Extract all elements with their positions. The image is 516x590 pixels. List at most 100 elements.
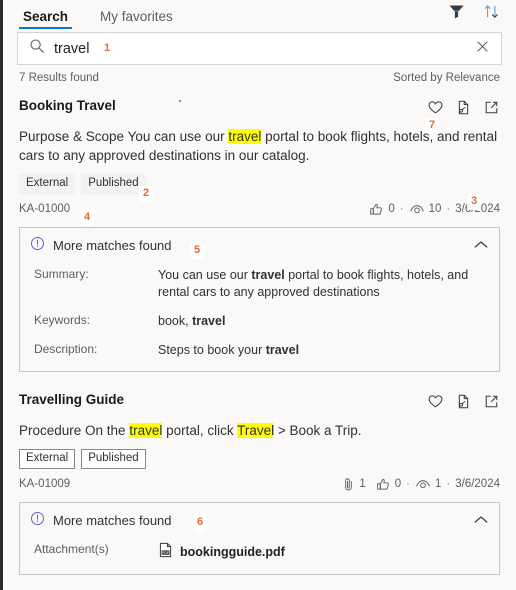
thumbs-up-icon: [376, 478, 389, 490]
views-count: 1: [434, 478, 442, 491]
result-actions: [427, 98, 500, 121]
article-id: KA-01000: [19, 203, 71, 216]
result-date: 3/6/2024: [455, 203, 500, 216]
stat-separator: ·: [446, 203, 451, 216]
match-value-bold: travel: [265, 342, 300, 357]
article-id: KA-01009: [19, 478, 71, 491]
match-value-pre: Steps to book your: [158, 342, 266, 357]
chevron-up-icon[interactable]: [473, 237, 489, 255]
match-key: Summary:: [34, 266, 89, 281]
result-id-row: KA-01000 0 · 10 · 3/6/2024: [19, 202, 500, 217]
filter-icon[interactable]: [448, 3, 465, 25]
match-value-bold: travel: [192, 314, 226, 329]
paperclip-icon: [345, 478, 353, 491]
match-value: You can use our travel portal to book fl…: [158, 267, 489, 303]
tab-bar-actions: [448, 3, 516, 29]
sort-icon[interactable]: [483, 3, 500, 25]
result-title[interactable]: Booking Travel: [19, 98, 116, 114]
attachment-name[interactable]: bookingguide.pdf: [180, 544, 285, 562]
attachment-key: Attachment(s): [34, 541, 109, 556]
attachment-value: PDF bookingguide.pdf: [158, 542, 489, 564]
result-card: Booking Travel Purpose & Scope You can u…: [3, 84, 516, 217]
result-header: Booking Travel: [19, 98, 500, 121]
info-circle-icon: [30, 236, 45, 256]
search-input[interactable]: [54, 33, 475, 64]
more-matches-label: More matches found: [53, 513, 172, 529]
status-badge: External: [19, 449, 76, 469]
more-matches-header[interactable]: More matches found: [30, 511, 489, 531]
snippet-pre: Purpose & Scope You can use our: [19, 129, 229, 144]
stat-separator: ·: [406, 478, 410, 491]
result-title[interactable]: Travelling Guide: [19, 392, 124, 408]
result-stats: 1 0 · 1 · 3/6/2024: [341, 477, 500, 492]
heart-icon[interactable]: [427, 393, 444, 415]
more-matches-header[interactable]: More matches found: [30, 236, 489, 256]
search-results-page: Search My favorites travel 7 Results fou…: [0, 0, 516, 590]
views-count: 10: [428, 203, 442, 216]
tab-my-favorites-label: My favorites: [100, 9, 173, 24]
result-badges: External Published: [19, 174, 500, 194]
search-box[interactable]: [17, 32, 502, 65]
match-value-pre: book,: [158, 314, 193, 329]
result-actions: [427, 392, 500, 415]
result-header: Travelling Guide: [19, 392, 500, 415]
match-value-pre: You can use our: [158, 267, 252, 282]
stray-dot: [179, 100, 181, 102]
stat-separator: ·: [446, 478, 451, 491]
snippet-post: > Book a Trip.: [274, 422, 362, 438]
close-icon[interactable]: [475, 39, 490, 59]
result-date: 3/6/2024: [455, 478, 500, 491]
heart-icon[interactable]: [427, 99, 444, 121]
match-row: Keywords: book, travel: [30, 313, 489, 331]
stat-separator: ·: [399, 203, 404, 216]
match-row: Attachment(s) PDF bookingguide.pdf: [30, 542, 489, 564]
result-badges: External Published: [19, 449, 500, 469]
attachments-stat: 1: [341, 477, 366, 492]
eye-icon: [409, 204, 424, 213]
chevron-up-icon[interactable]: [473, 512, 489, 530]
result-stats: 0 · 10 · 3/6/2024: [369, 202, 500, 217]
thumbs-up-icon: [370, 203, 383, 215]
tab-search[interactable]: Search: [18, 9, 73, 29]
attachments-count: 1: [359, 478, 366, 491]
results-list: Booking Travel Purpose & Scope You can u…: [3, 84, 516, 576]
match-value: book, travel: [158, 313, 489, 331]
search-icon: [29, 38, 45, 59]
status-badge: Published: [81, 449, 146, 469]
views-stat: 10: [409, 202, 442, 217]
results-meta-row: 7 Results found Sorted by Relevance: [3, 65, 516, 84]
tab-my-favorites[interactable]: My favorites: [98, 9, 175, 29]
sort-label[interactable]: Sorted by Relevance: [393, 72, 500, 84]
info-circle-icon: [30, 511, 45, 531]
search-area: [3, 29, 516, 65]
likes-count: 0: [388, 203, 395, 216]
likes-count: 0: [394, 478, 402, 491]
match-row: Description: Steps to book your travel: [30, 342, 489, 360]
more-matches-panel: More matches found Summary: You can use …: [19, 226, 500, 372]
match-value-bold: travel: [251, 267, 285, 282]
copy-link-icon[interactable]: [455, 99, 472, 121]
likes-stat: 0: [369, 202, 395, 217]
match-row: Summary: You can use our travel portal t…: [30, 267, 489, 303]
result-card: Travelling Guide Procedure On the travel…: [3, 372, 516, 492]
match-key: Description:: [34, 341, 98, 356]
more-matches-panel: More matches found Attachment(s) PDF boo…: [19, 501, 500, 576]
open-external-icon[interactable]: [483, 99, 500, 121]
tab-bar: Search My favorites: [3, 0, 516, 29]
svg-text:PDF: PDF: [162, 551, 170, 555]
match-key: Keywords:: [34, 313, 91, 328]
snippet-highlight-2: Travel: [237, 422, 275, 438]
result-snippet: Procedure On the travel portal, click Tr…: [19, 422, 500, 441]
status-badge: External: [19, 174, 76, 194]
result-id-row: KA-01009 1 0 · 1 · 3/6/2024: [19, 477, 500, 492]
snippet-highlight: travel: [228, 129, 262, 144]
snippet-pre: Procedure On the: [19, 422, 130, 438]
snippet-mid: portal, click: [162, 422, 238, 438]
open-external-icon[interactable]: [483, 393, 500, 415]
more-matches-label: More matches found: [53, 238, 172, 254]
results-count: 7 Results found: [19, 72, 99, 84]
tab-search-label: Search: [23, 9, 69, 24]
result-snippet: Purpose & Scope You can use our travel p…: [19, 128, 500, 165]
match-value: Steps to book your travel: [158, 342, 489, 360]
copy-link-icon[interactable]: [455, 393, 472, 415]
